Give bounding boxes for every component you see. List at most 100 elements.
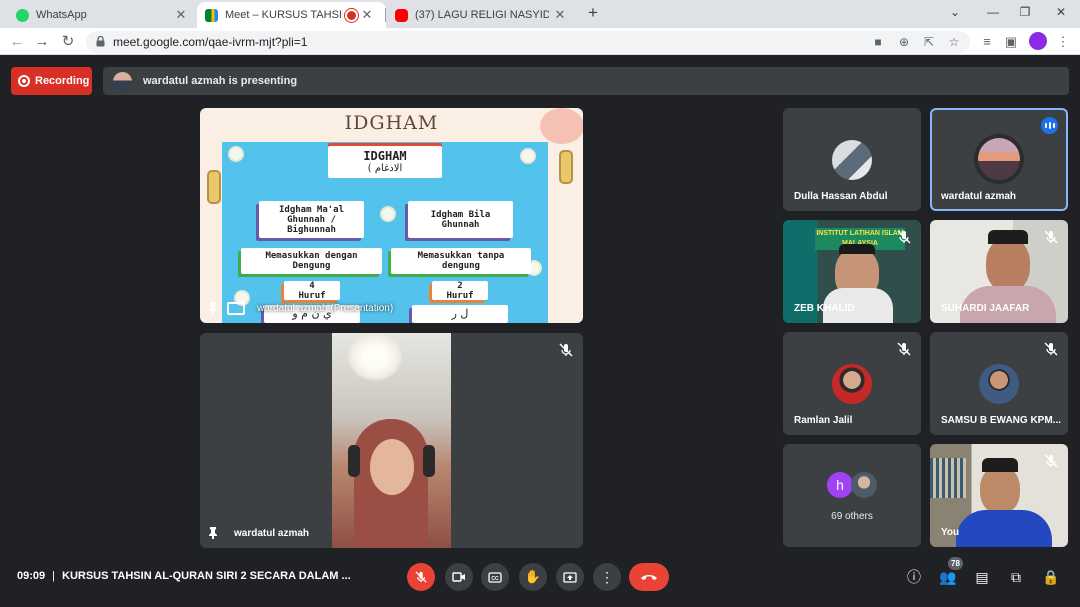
participant-tile[interactable]: Dulla Hassan Abdul (783, 108, 921, 211)
meeting-title: KURSUS TAHSIN AL-QURAN SIRI 2 SECARA DAL… (62, 570, 351, 582)
mic-toggle-button[interactable] (407, 563, 435, 591)
right-letters-box: ل ر (412, 305, 508, 323)
host-controls-icon[interactable]: 🔒 (1040, 567, 1062, 587)
speaker-face (370, 439, 414, 495)
bookmark-star-icon[interactable]: ☆ (946, 35, 962, 49)
leave-call-button[interactable] (629, 563, 669, 591)
others-tile[interactable]: h 69 others (783, 444, 921, 547)
more-menu-icon[interactable]: ⋮ (1054, 33, 1072, 51)
lantern-decoration (559, 150, 573, 184)
pin-icon[interactable] (208, 302, 218, 314)
camera-toggle-button[interactable] (445, 563, 473, 591)
reload-icon[interactable]: ↻ (57, 31, 79, 53)
flower-decoration (522, 150, 534, 162)
pin-icon[interactable] (208, 527, 218, 539)
slide-heading: IDGHAM (344, 112, 439, 134)
presentation-tile[interactable]: IDGHAM IDGHAM ( الادغام Idgham Ma'al Ghu… (200, 108, 583, 323)
present-now-button[interactable] (556, 563, 584, 591)
headset-right (423, 445, 435, 477)
self-tile[interactable]: You (930, 444, 1068, 547)
idgham-maal-ghunnah-box: Idgham Ma'al Ghunnah / Bighunnah (259, 201, 364, 238)
mic-off-icon (1044, 230, 1058, 244)
ceiling-light (348, 333, 402, 381)
restore-icon[interactable]: ❐ (1010, 2, 1040, 22)
more-options-button[interactable]: ⋮ (593, 563, 621, 591)
presentation-label: wardatul azmah (Presentation) (257, 303, 394, 314)
tab-youtube[interactable]: (37) LAGU RELIGI NASYID TERBAIK ✕ (387, 2, 575, 28)
raise-hand-button[interactable]: ✋ (519, 563, 547, 591)
idgham-title-box: IDGHAM ( الادغام (328, 146, 442, 178)
tab-title: (37) LAGU RELIGI NASYID TERBAIK (415, 9, 549, 21)
mic-off-icon (1044, 454, 1058, 468)
tab-whatsapp[interactable]: WhatsApp ✕ (8, 2, 196, 28)
whatsapp-icon (16, 8, 29, 22)
forward-icon[interactable]: → (31, 31, 53, 53)
address-bar[interactable]: meet.google.com/qae-ivrm-mjt?pli=1 ■ ⊕ ⇱… (86, 31, 970, 53)
tab-search-icon[interactable]: ⌄ (940, 2, 970, 22)
lock-icon (96, 36, 105, 47)
participant-tile[interactable]: INSTITUT LATIHAN ISLAM MALAYSIA ZEB KHAL… (783, 220, 921, 323)
media-control-icon[interactable]: ≡ (978, 33, 996, 51)
participant-tile[interactable]: SAMSU B EWANG KPM... (930, 332, 1068, 435)
presenting-banner: wardatul azmah is presenting (103, 67, 1069, 95)
back-icon[interactable]: ← (6, 31, 28, 53)
svg-text:CC: CC (491, 576, 499, 582)
two-letters-text: 2 Huruf (446, 280, 474, 301)
participant-tile[interactable]: Ramlan Jalil (783, 332, 921, 435)
info-icon[interactable]: ⓘ (903, 567, 925, 587)
youtube-icon (395, 8, 408, 22)
others-avatar-photo (851, 472, 877, 498)
mic-off-icon (897, 230, 911, 244)
share-icon[interactable]: ⇱ (921, 35, 937, 49)
idgham-bila-ghunnah-box: Idgham Bila Ghunnah (408, 201, 513, 238)
people-icon[interactable]: 👥 (937, 567, 959, 587)
url-text: meet.google.com/qae-ivrm-mjt?pli=1 (113, 35, 308, 49)
right-letters-text: ل ر (451, 307, 469, 320)
presenter-avatar (113, 71, 132, 91)
avatar (832, 140, 872, 180)
recording-tab-indicator-icon (347, 10, 356, 20)
four-letters-text: 4 Huruf (298, 280, 326, 301)
more-vert-icon: ⋮ (600, 568, 614, 585)
new-tab-button[interactable]: + (582, 2, 604, 24)
close-window-icon[interactable]: ✕ (1046, 2, 1076, 22)
idgham-arabic: ( الادغام (367, 162, 403, 174)
close-tab-icon[interactable]: ✕ (553, 7, 567, 23)
camera-in-use-icon[interactable]: ■ (870, 35, 886, 49)
mic-off-icon (559, 343, 573, 357)
mic-off-icon (897, 342, 911, 356)
captions-button[interactable]: CC (481, 563, 509, 591)
participant-tile[interactable]: SUHARDI JAAFAR (930, 220, 1068, 323)
captions-icon: CC (488, 571, 502, 583)
tab-title: WhatsApp (36, 9, 87, 21)
participant-name: Dulla Hassan Abdul (794, 191, 888, 202)
close-tab-icon[interactable]: ✕ (174, 7, 188, 23)
participant-tile-active[interactable]: wardatul azmah (930, 108, 1068, 211)
side-panel-icon[interactable]: ▣ (1002, 33, 1020, 51)
present-screen-icon (563, 571, 577, 583)
participant-name: SUHARDI JAAFAR (941, 303, 1030, 314)
speaker-tile[interactable]: wardatul azmah (200, 333, 583, 548)
avatar (832, 364, 872, 404)
raise-hand-icon: ✋ (524, 569, 542, 584)
activities-icon[interactable]: ⧉ (1005, 567, 1027, 587)
avatar (974, 134, 1024, 184)
others-count: 69 others (831, 511, 873, 522)
recording-button[interactable]: Recording (11, 67, 92, 95)
balloon-decoration (540, 108, 583, 144)
tab-meet[interactable]: Meet – KURSUS TAHSIN AL-QURAN ✕ (197, 2, 386, 28)
four-letters-box: 4 Huruf (284, 280, 340, 301)
idgham-maal-ghunnah-text: Idgham Ma'al Ghunnah / Bighunnah (278, 204, 345, 235)
chat-icon[interactable]: ▤ (971, 567, 993, 587)
profile-avatar[interactable] (1029, 32, 1047, 50)
zoom-icon[interactable]: ⊕ (896, 35, 912, 49)
others-avatar: h (827, 472, 853, 498)
participant-name: ZEB KHALID (794, 303, 855, 314)
close-tab-icon[interactable]: ✕ (360, 7, 374, 23)
idgham-bila-ghunnah-text: Idgham Bila Ghunnah (430, 209, 491, 230)
dengung-box: Memasukkan dengan Dengung (241, 248, 382, 274)
idgham-title: IDGHAM (363, 148, 407, 163)
presenting-text: wardatul azmah is presenting (143, 75, 298, 87)
recording-label: Recording (35, 75, 90, 87)
minimize-icon[interactable]: — (978, 2, 1008, 22)
